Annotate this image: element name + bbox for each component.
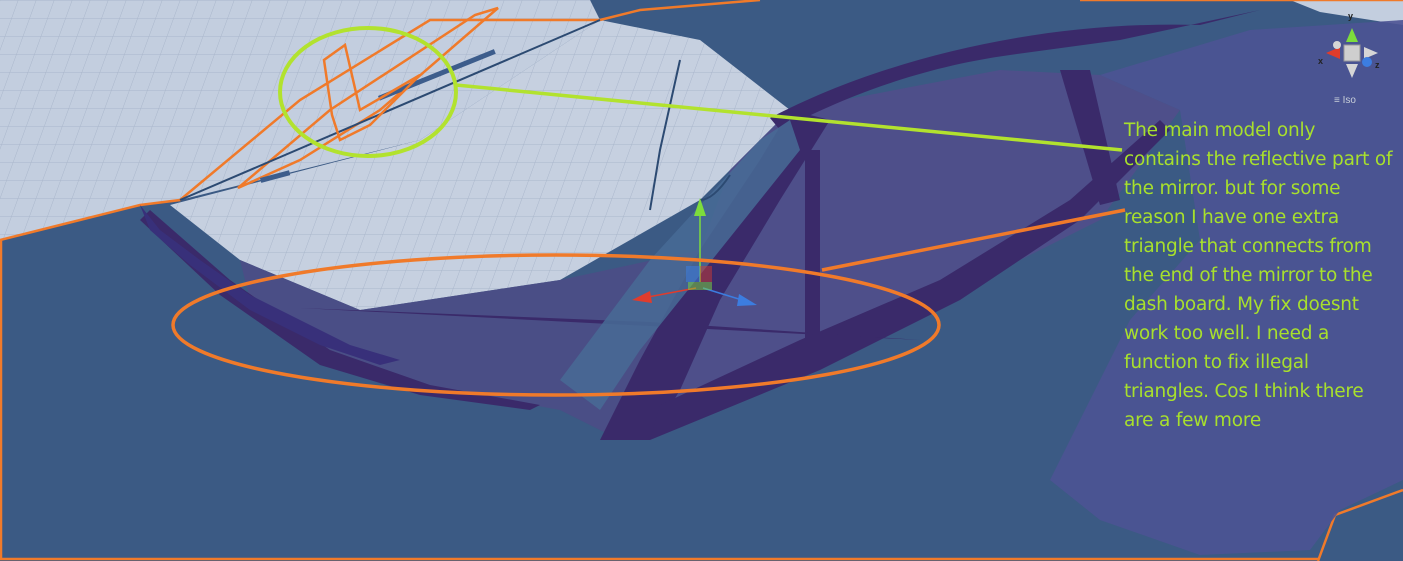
projection-toggle[interactable]: ≡ Iso: [1334, 95, 1356, 106]
gizmo-z-label: z: [1375, 60, 1380, 70]
gizmo-y-label: y: [1348, 11, 1354, 21]
projection-label: Iso: [1342, 95, 1356, 106]
move-plane-handle[interactable]: [686, 266, 700, 282]
gizmo-x-label: x: [1318, 56, 1324, 66]
menu-lines-icon: ≡: [1334, 95, 1340, 106]
annotation-text: The main model only contains the reflect…: [1124, 120, 1393, 431]
